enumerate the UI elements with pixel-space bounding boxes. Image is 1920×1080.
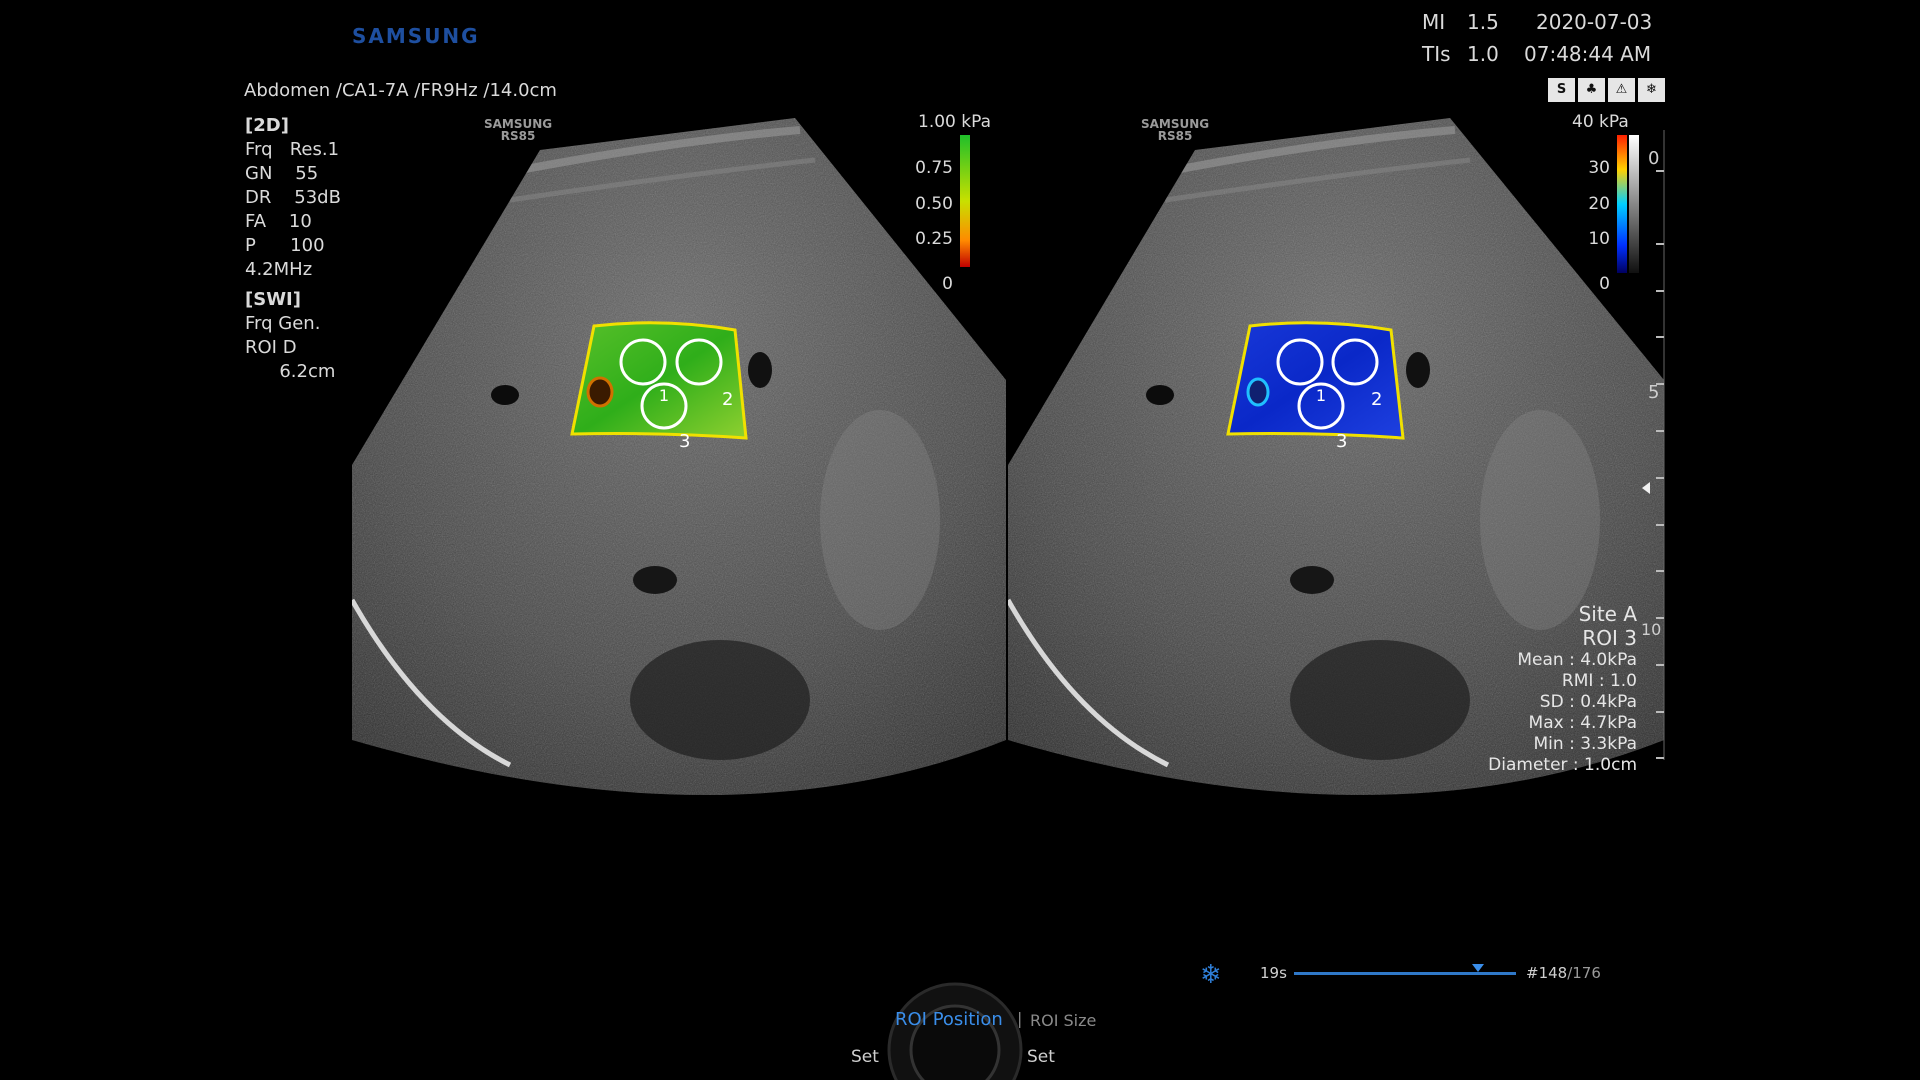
site-label: Site A: [1578, 602, 1637, 626]
left-scale-tick: 0.75: [915, 158, 953, 178]
freeze-icon[interactable]: ❄: [1200, 960, 1222, 990]
roi-label: 1: [1316, 386, 1326, 405]
depth-mark: 10: [1641, 620, 1662, 639]
roi-name: ROI 3: [1582, 626, 1637, 650]
roi-label: 2: [722, 389, 733, 410]
cine-frame-total: /176: [1567, 964, 1601, 982]
left-scale-title: 1.00 kPa: [918, 112, 992, 132]
ruler-tick: [1656, 430, 1664, 432]
mode-icons: S ♣ ⚠ ❄: [1548, 78, 1665, 102]
right-scale-tick: 0: [1599, 274, 1610, 294]
roi-label: 1: [659, 386, 669, 405]
set-right-button[interactable]: Set: [1027, 1047, 1055, 1067]
ruler-tick: [1656, 336, 1664, 338]
right-gray-scale-bar: [1629, 135, 1639, 273]
roi-position-button[interactable]: ROI Position: [895, 1009, 1003, 1030]
trackball-dial[interactable]: [880, 980, 1030, 1080]
ruler-tick: [1656, 243, 1664, 245]
measurement-panel: Site A ROI 3 Mean : 4.0kPa RMI : 1.0 SD …: [1488, 602, 1637, 776]
roi-label: 3: [1336, 431, 1347, 452]
ruler-tick: [1656, 570, 1664, 572]
cine-frame-number: #148: [1526, 964, 1568, 982]
right-scale-tick: 30: [1588, 158, 1610, 178]
cine-duration: 19s: [1260, 964, 1287, 982]
left-scale-tick: 0: [942, 274, 953, 294]
roi-size-button[interactable]: ROI Size: [1030, 1011, 1096, 1030]
cine-thumb[interactable]: [1472, 964, 1485, 972]
ruler-tick: [1656, 617, 1664, 619]
watermark-line: RS85: [500, 129, 536, 143]
right-roi-box[interactable]: 1 2 3: [1226, 321, 1405, 452]
roi-label: 2: [1371, 389, 1382, 410]
left-scale-tick: 0.25: [915, 229, 953, 249]
probe-icon[interactable]: ♣: [1578, 78, 1605, 102]
ruler-tick: [1656, 711, 1664, 713]
left-scale-tick: 0.50: [915, 194, 953, 214]
ruler-tick: [1656, 757, 1664, 759]
stat-line: RMI : 1.0: [1561, 671, 1637, 691]
ruler-tick: [1656, 664, 1664, 666]
right-scale-tick: 10: [1588, 229, 1610, 249]
cine-slider[interactable]: [1294, 972, 1516, 975]
stat-line: Diameter : 1.0cm: [1488, 755, 1637, 775]
ruler-tick: [1656, 170, 1664, 172]
left-watermark: SAMSUNG RS85: [484, 118, 552, 142]
ruler-tick: [1656, 477, 1664, 479]
ruler-tick: [1656, 290, 1664, 292]
settings-icon[interactable]: ❄: [1638, 78, 1665, 102]
right-scale-tick: 20: [1588, 194, 1610, 214]
set-left-button[interactable]: Set: [851, 1047, 879, 1067]
stat-line: Mean : 4.0kPa: [1517, 650, 1637, 670]
stat-line: Max : 4.7kPa: [1528, 713, 1637, 733]
shar-icon[interactable]: S: [1548, 78, 1575, 102]
ruler-tick: [1656, 524, 1664, 526]
control-separator: |: [1017, 1009, 1023, 1028]
ultrasound-view[interactable]: 1 2 3 1 2 3: [0, 0, 1920, 1080]
stat-line: SD : 0.4kPa: [1539, 692, 1637, 712]
watermark-line: RS85: [1157, 129, 1193, 143]
depth-mark: 0: [1648, 148, 1660, 169]
left-scale-bar: [960, 135, 970, 267]
cine-frame: #148/176: [1526, 964, 1601, 982]
warning-icon[interactable]: ⚠: [1608, 78, 1635, 102]
roi-label: 3: [679, 431, 690, 452]
right-watermark: SAMSUNG RS85: [1141, 118, 1209, 142]
depth-mark: 5: [1648, 382, 1660, 403]
left-sector: [352, 118, 1006, 795]
right-scale-bar: [1617, 135, 1627, 273]
stat-line: Min : 3.3kPa: [1533, 734, 1638, 754]
left-roi-box[interactable]: 1 2 3: [570, 321, 748, 452]
right-scale-title: 40 kPa: [1572, 112, 1629, 132]
